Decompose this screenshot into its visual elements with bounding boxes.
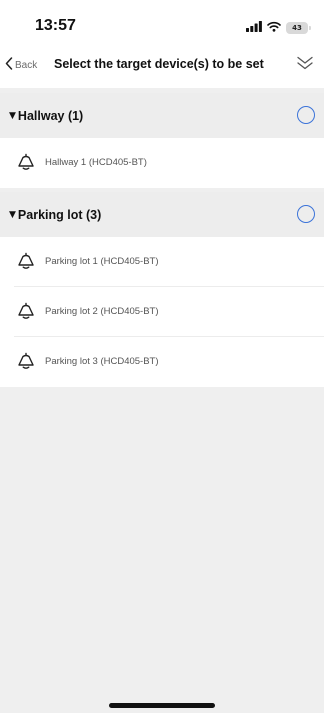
back-label: Back <box>15 59 38 71</box>
group-title: Hallway (1) <box>17 108 84 123</box>
expand-all-button[interactable] <box>296 55 314 76</box>
group-toggle-hallway[interactable]: ▼ Hallway (1) <box>0 109 83 123</box>
device-row[interactable]: Parking lot 2 (HCD405-BT) <box>0 287 324 337</box>
signal-icon <box>246 19 262 37</box>
group-header-parking-lot: ▼ Parking lot (3) <box>0 192 324 237</box>
status-bar: 13:57 43 <box>0 0 324 44</box>
wifi-icon <box>267 19 281 37</box>
group-select-radio[interactable] <box>297 205 315 223</box>
group-title: Parking lot (3) <box>17 207 102 222</box>
device-name: Parking lot 1 (HCD405-BT) <box>45 256 159 267</box>
battery-icon: 43 <box>286 22 311 34</box>
chevron-left-icon <box>5 57 13 73</box>
home-indicator[interactable] <box>109 703 215 708</box>
device-name: Parking lot 2 (HCD405-BT) <box>45 306 159 317</box>
group-header-hallway: ▼ Hallway (1) <box>0 93 324 138</box>
page-title: Select the target device(s) to be set <box>54 57 264 71</box>
triangle-down-icon: ▼ <box>9 110 16 121</box>
bell-icon <box>17 252 35 275</box>
group-toggle-parking-lot[interactable]: ▼ Parking lot (3) <box>0 208 101 222</box>
status-icons: 43 <box>246 19 311 37</box>
device-name: Parking lot 3 (HCD405-BT) <box>45 356 159 367</box>
device-row[interactable]: Hallway 1 (HCD405-BT) <box>0 138 324 188</box>
bell-icon <box>17 352 35 375</box>
group-select-radio[interactable] <box>297 106 315 124</box>
triangle-down-icon: ▼ <box>9 209 16 220</box>
status-time: 13:57 <box>35 17 76 34</box>
nav-bar: Back Select the target device(s) to be s… <box>0 44 324 88</box>
device-name: Hallway 1 (HCD405-BT) <box>45 157 147 168</box>
battery-level: 43 <box>292 24 302 32</box>
device-row[interactable]: Parking lot 1 (HCD405-BT) <box>0 237 324 287</box>
bell-icon <box>17 153 35 176</box>
bell-icon <box>17 302 35 325</box>
back-button[interactable]: Back <box>5 57 37 73</box>
double-chevron-down-icon <box>296 56 314 75</box>
device-row[interactable]: Parking lot 3 (HCD405-BT) <box>0 337 324 387</box>
